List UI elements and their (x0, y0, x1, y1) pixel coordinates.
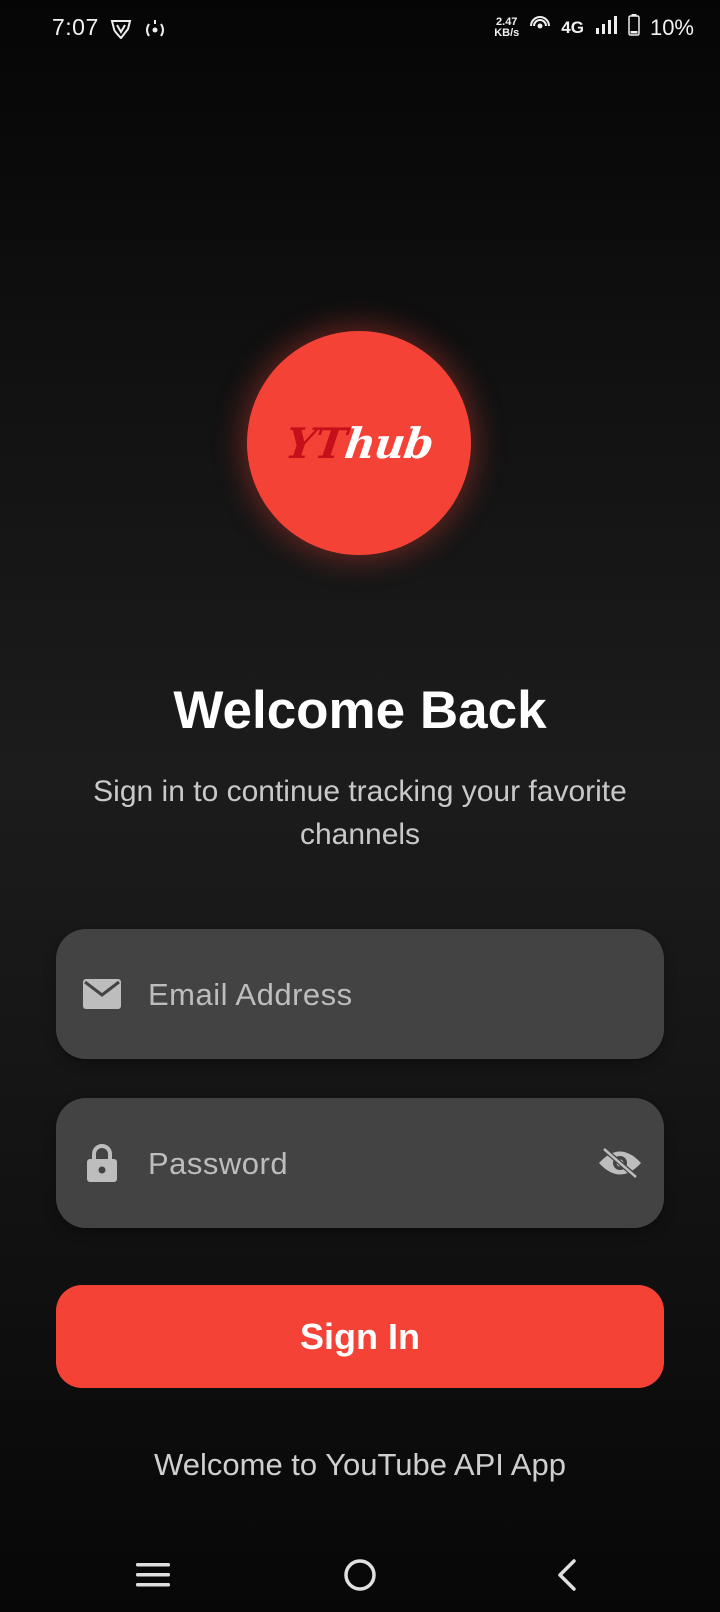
network-type: 4G (561, 17, 584, 37)
net-speed-value: 2.47 (496, 15, 518, 28)
menu-icon[interactable] (123, 1550, 183, 1600)
password-input[interactable] (146, 1098, 570, 1230)
status-left-icons (110, 18, 168, 45)
password-field[interactable] (56, 1098, 664, 1230)
app-logo: YThub (247, 331, 471, 555)
vpn-shield-icon (110, 19, 132, 44)
net-speed: 2.47 KB/s (494, 15, 520, 39)
page-title: Welcome Back (173, 681, 547, 740)
logo-text-yt: YT (282, 418, 349, 468)
home-icon[interactable] (330, 1550, 390, 1600)
battery-icon (628, 14, 640, 41)
logo-text: YThub (282, 419, 436, 468)
sign-in-button[interactable]: Sign In (56, 1285, 664, 1388)
status-time: 7:07 (52, 14, 99, 40)
net-speed-unit: KB/s (494, 26, 520, 39)
footer-text: Welcome to YouTube API App (154, 1447, 566, 1482)
back-icon[interactable] (537, 1550, 597, 1600)
email-input[interactable] (146, 929, 570, 1061)
eye-off-icon[interactable] (596, 1139, 644, 1187)
status-bar: 7:07 2.47 KB/s 4G 10% (0, 0, 720, 64)
status-right: 2.47 KB/s 4G 10% (494, 14, 694, 41)
wifi-calling-icon (529, 14, 551, 41)
battery-percent: 10% (649, 14, 694, 40)
logo-text-hub: hub (341, 418, 436, 468)
page-subtitle: Sign in to continue tracking your favori… (93, 775, 627, 851)
hotspot-icon (142, 18, 168, 45)
lock-icon (82, 1143, 122, 1183)
mail-icon (82, 974, 122, 1014)
email-field[interactable] (56, 929, 664, 1061)
signal-icon (594, 14, 618, 41)
system-nav-bar (0, 1540, 720, 1612)
